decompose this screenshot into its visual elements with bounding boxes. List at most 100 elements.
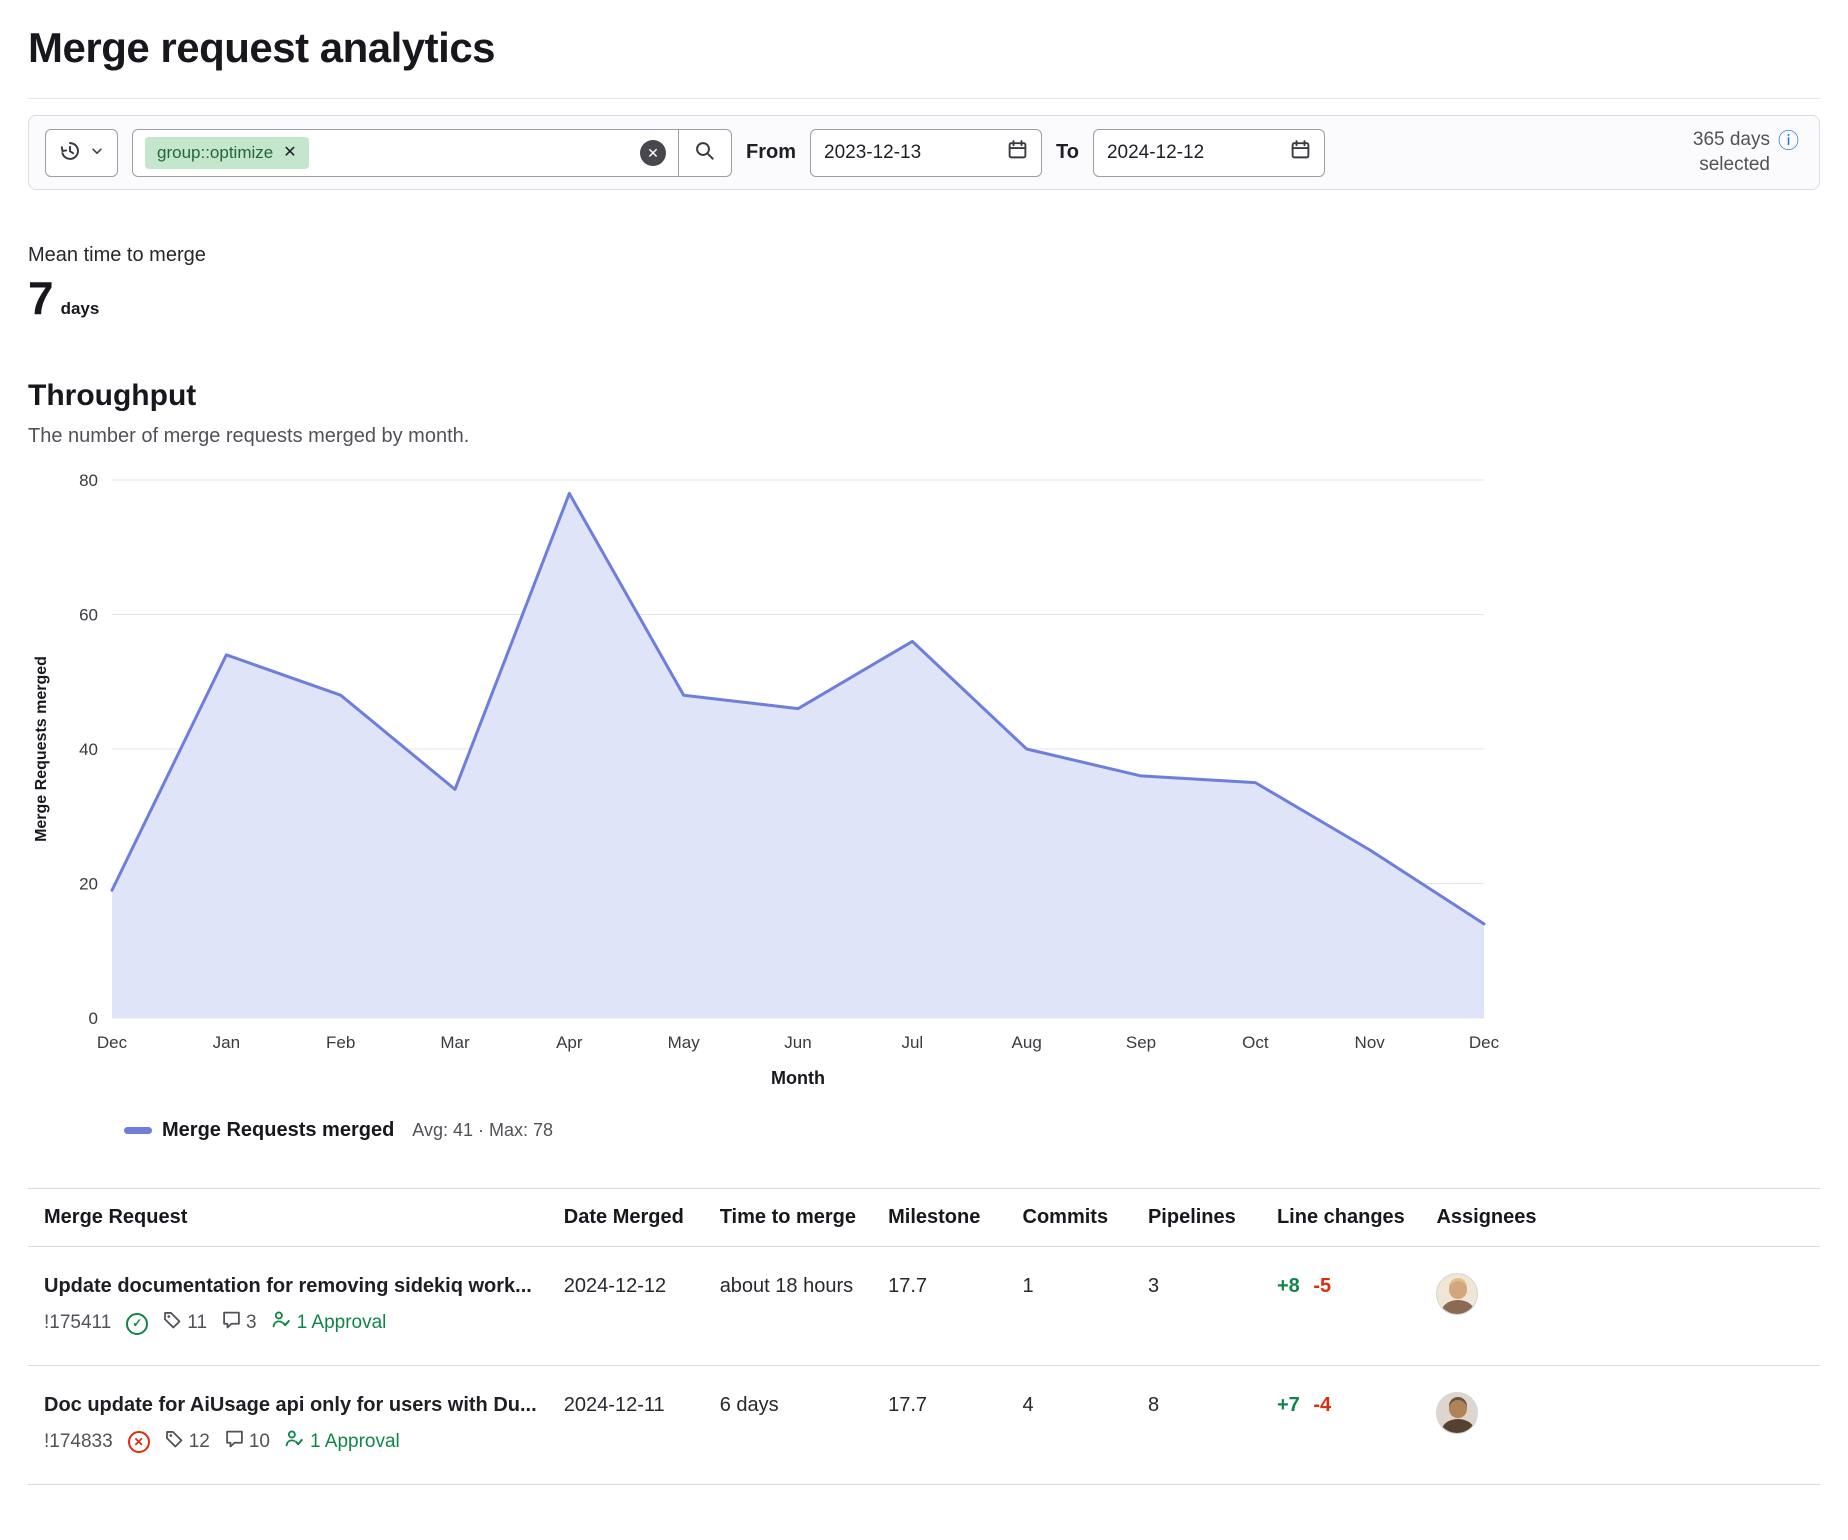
- svg-text:Nov: Nov: [1355, 1033, 1386, 1052]
- assignees-cell: [1436, 1366, 1820, 1485]
- mr-meta-row: !175411 ✓ 11: [44, 1310, 548, 1337]
- svg-text:Dec: Dec: [97, 1033, 128, 1052]
- labels-count: 12: [165, 1429, 210, 1456]
- recent-searches-button[interactable]: [45, 129, 118, 177]
- token-remove-icon[interactable]: ✕: [275, 145, 304, 161]
- deletions-count: -4: [1313, 1394, 1331, 1416]
- commits-cell: 1: [1023, 1247, 1148, 1366]
- legend-line-swatch: [124, 1127, 152, 1134]
- comments-count-value: 3: [246, 1311, 257, 1336]
- milestone-cell: 17.7: [888, 1366, 1022, 1485]
- pipeline-status-icon: ✕: [128, 1431, 150, 1453]
- mr-id: !174833: [44, 1430, 113, 1455]
- svg-text:May: May: [668, 1033, 701, 1052]
- svg-text:Mar: Mar: [440, 1033, 470, 1052]
- svg-text:Jan: Jan: [213, 1033, 240, 1052]
- clear-search-icon[interactable]: ✕: [640, 140, 666, 166]
- approvals: 1 Approval: [272, 1310, 387, 1337]
- throughput-area-chart: 020406080DecJanFebMarAprMayJunJulAugSepO…: [28, 458, 1508, 1108]
- approval-check-icon: [272, 1310, 291, 1337]
- table-row: Doc update for AiUsage api only for user…: [28, 1366, 1820, 1485]
- mr-meta-row: !174833 ✕ 12: [44, 1429, 548, 1456]
- to-label: To: [1056, 141, 1079, 164]
- col-header-time-to-merge: Time to merge: [720, 1189, 888, 1247]
- deletions-count: -5: [1313, 1275, 1331, 1297]
- col-header-line-changes: Line changes: [1277, 1189, 1436, 1247]
- date-merged-cell: 2024-12-11: [564, 1366, 720, 1485]
- mr-title-link[interactable]: Update documentation for removing sideki…: [44, 1273, 548, 1299]
- search-button[interactable]: [678, 129, 732, 177]
- mr-title-link[interactable]: Doc update for AiUsage api only for user…: [44, 1392, 548, 1418]
- table-header-row: Merge Request Date Merged Time to merge …: [28, 1189, 1820, 1247]
- calendar-icon[interactable]: [1007, 139, 1028, 166]
- calendar-icon[interactable]: [1290, 139, 1311, 166]
- mr-id: !175411: [44, 1311, 111, 1336]
- history-clock-icon: [59, 140, 81, 165]
- throughput-chart-container: 020406080DecJanFebMarAprMayJunJulAugSepO…: [28, 458, 1820, 1142]
- assignee-avatar[interactable]: [1436, 1392, 1478, 1434]
- merge-request-table: Merge Request Date Merged Time to merge …: [28, 1188, 1820, 1484]
- pipelines-cell: 3: [1148, 1247, 1277, 1366]
- comment-icon: [225, 1429, 244, 1456]
- approvals-text: 1 Approval: [297, 1311, 387, 1336]
- comment-icon: [222, 1310, 241, 1337]
- title-divider: [28, 98, 1820, 99]
- approval-check-icon: [285, 1429, 304, 1456]
- to-date-value: 2024-12-12: [1107, 142, 1204, 164]
- approvals: 1 Approval: [285, 1429, 400, 1456]
- additions-count: +7: [1277, 1394, 1300, 1416]
- date-merged-cell: 2024-12-12: [564, 1247, 720, 1366]
- labels-count: 11: [163, 1310, 207, 1337]
- assignee-avatar[interactable]: [1436, 1273, 1478, 1315]
- svg-text:Dec: Dec: [1469, 1033, 1500, 1052]
- svg-text:Oct: Oct: [1242, 1033, 1269, 1052]
- svg-text:40: 40: [79, 740, 98, 759]
- chart-legend: Merge Requests merged Avg: 41 · Max: 78: [124, 1119, 1820, 1142]
- milestone-cell: 17.7: [888, 1247, 1022, 1366]
- comments-count-value: 10: [249, 1430, 270, 1455]
- col-header-assignees: Assignees: [1436, 1189, 1820, 1247]
- mean-time-value: 7: [28, 271, 54, 325]
- legend-series-label: Merge Requests merged: [162, 1119, 394, 1142]
- info-icon[interactable]: ⓘ: [1778, 131, 1799, 152]
- svg-text:Jun: Jun: [784, 1033, 811, 1052]
- col-header-commits: Commits: [1023, 1189, 1148, 1247]
- search-icon: [694, 140, 716, 165]
- svg-text:60: 60: [79, 606, 98, 625]
- svg-text:80: 80: [79, 471, 98, 490]
- col-header-milestone: Milestone: [888, 1189, 1022, 1247]
- svg-text:Jul: Jul: [901, 1033, 923, 1052]
- comments-count: 3: [222, 1310, 257, 1337]
- col-header-pipelines: Pipelines: [1148, 1189, 1277, 1247]
- filter-bar: group::optimize ✕ ✕ From 2023-12-13: [28, 115, 1820, 190]
- filter-token-label: group::optimize: [157, 143, 273, 163]
- date-range-summary: 365 days selected ⓘ: [1658, 128, 1803, 177]
- mean-time-to-merge-metric: Mean time to merge 7 days: [28, 244, 1820, 325]
- filter-search-input[interactable]: group::optimize ✕ ✕: [132, 129, 679, 177]
- legend-avg-max: Avg: 41 · Max: 78: [412, 1120, 553, 1141]
- filter-token[interactable]: group::optimize ✕: [145, 137, 309, 169]
- labels-count-value: 11: [187, 1311, 207, 1336]
- col-header-merge-request: Merge Request: [28, 1189, 564, 1247]
- svg-text:Sep: Sep: [1126, 1033, 1156, 1052]
- from-date-value: 2023-12-13: [824, 142, 921, 164]
- svg-text:0: 0: [89, 1009, 98, 1028]
- additions-count: +8: [1277, 1275, 1300, 1297]
- col-header-date-merged: Date Merged: [564, 1189, 720, 1247]
- mean-time-unit: days: [61, 299, 100, 319]
- to-date-input[interactable]: 2024-12-12: [1093, 129, 1325, 177]
- days-selected-text: 365 days selected: [1658, 128, 1770, 177]
- approvals-text: 1 Approval: [310, 1430, 400, 1455]
- label-tag-icon: [163, 1310, 182, 1337]
- time-to-merge-cell: about 18 hours: [720, 1247, 888, 1366]
- throughput-heading: Throughput: [28, 379, 1820, 413]
- svg-text:Apr: Apr: [556, 1033, 583, 1052]
- pipeline-status-icon: ✓: [126, 1313, 148, 1335]
- assignees-cell: [1436, 1247, 1820, 1366]
- pipelines-cell: 8: [1148, 1366, 1277, 1485]
- from-date-input[interactable]: 2023-12-13: [810, 129, 1042, 177]
- table-row: Update documentation for removing sideki…: [28, 1247, 1820, 1366]
- commits-cell: 4: [1023, 1366, 1148, 1485]
- labels-count-value: 12: [189, 1430, 210, 1455]
- svg-text:Aug: Aug: [1012, 1033, 1042, 1052]
